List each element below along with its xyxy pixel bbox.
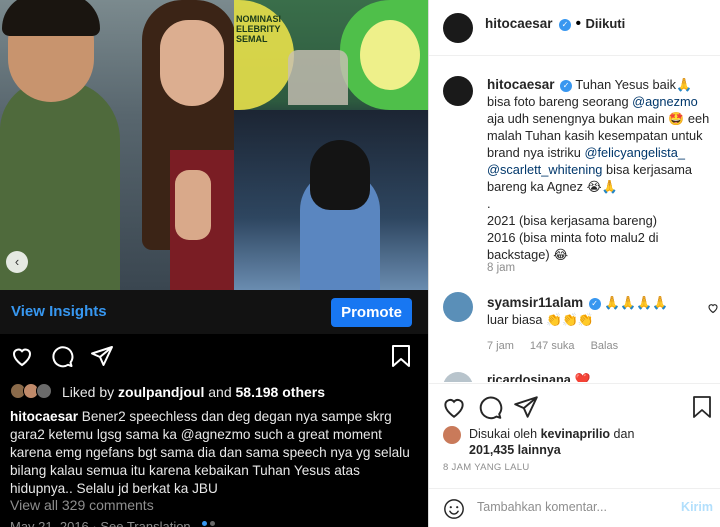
carousel-prev-button[interactable]: ‹ (6, 251, 28, 273)
caption-avatar[interactable] (443, 76, 473, 106)
photo-stage-sign: NOMINASI ELEBRITY SEMAL (236, 14, 281, 44)
comment-heart-icon[interactable] (707, 302, 719, 314)
comment-username[interactable]: syamsir11alam (487, 295, 583, 310)
emoji-icon[interactable] (443, 498, 465, 520)
comment-avatar[interactable] (443, 372, 473, 382)
header-user-row: hitocaesar ✓ • Diikuti (485, 15, 626, 32)
comment-text: ricardosinana ❤️ (487, 372, 590, 382)
post-caption: hitocaesar Bener2 speechless dan deg deg… (10, 408, 420, 498)
carousel-dot-active (202, 521, 207, 526)
caption-username[interactable]: hitocaesar (10, 409, 78, 424)
liker-avatar (36, 383, 52, 399)
caption-line: 2021 (bisa kerjasama bareng) (487, 213, 658, 228)
share-icon[interactable] (90, 344, 114, 368)
comment-icon[interactable] (477, 394, 503, 420)
comment-input[interactable] (477, 500, 667, 514)
verified-icon: ✓ (588, 298, 601, 310)
liked-by-user[interactable]: kevinaprilio (541, 427, 610, 441)
photo-man-hair (2, 0, 100, 36)
comment-reply-button[interactable]: Balas (591, 340, 619, 352)
verified-icon: ✓ (559, 19, 571, 31)
photo-hand-peace (175, 170, 211, 240)
comment-icon[interactable] (50, 344, 74, 368)
liked-by-user[interactable]: zoulpandjoul (118, 384, 204, 400)
insights-bar: View Insights Promote (0, 290, 428, 334)
carousel-dot (210, 521, 215, 526)
comment-text: syamsir11alam ✓ 🙏🙏🙏🙏 luar biasa 👏👏👏 (487, 295, 668, 327)
save-icon[interactable] (390, 344, 412, 368)
post-timestamp: 8 JAM YANG LALU (443, 462, 530, 473)
share-icon[interactable] (513, 394, 539, 420)
right-post-panel: hitocaesar ✓ • Diikuti hitocaesar ✓ Tuha… (428, 0, 720, 527)
following-button[interactable]: Diikuti (586, 16, 626, 31)
photo-stage-disc-inner (360, 20, 420, 90)
heart-icon[interactable] (10, 344, 34, 368)
liker-avatar (443, 426, 461, 444)
mention-link[interactable]: @scarlett_whitening (487, 162, 602, 177)
liked-by-row: Liked by zoulpandjoul and 58.198 others (10, 383, 420, 403)
caption-username[interactable]: hitocaesar (487, 77, 555, 92)
mention-link[interactable]: @agnezmo (632, 94, 698, 109)
likes-count[interactable]: 201,435 lainnya (469, 443, 561, 457)
liked-by-count[interactable]: 58.198 others (236, 384, 326, 400)
caption-time: 8 jam (487, 262, 516, 274)
liked-by-text: Liked by zoulpandjoul and 58.198 others (62, 384, 326, 400)
photo-crowd-head (310, 140, 370, 210)
caption-line: 2016 (bisa minta foto malu2 di backstage… (487, 230, 659, 262)
photo-woman-face (160, 20, 224, 106)
heart-icon[interactable] (441, 394, 467, 420)
comment-like-count[interactable]: 147 suka (530, 340, 575, 352)
comment-time: 7 jam (487, 340, 514, 352)
view-all-comments-link[interactable]: View all 329 comments (10, 497, 154, 513)
caption-line: . (487, 196, 491, 211)
comment-avatar[interactable] (443, 292, 473, 322)
likes-text: Disukai oleh kevinaprilio dan 201,435 lai… (469, 427, 635, 457)
save-icon[interactable] (691, 394, 713, 420)
carousel-dots (202, 513, 218, 527)
verified-icon: ✓ (560, 80, 573, 92)
mention-link[interactable]: @felicyangelista_ (584, 145, 685, 160)
header-avatar[interactable] (443, 13, 473, 43)
post-header: hitocaesar ✓ • Diikuti (429, 0, 720, 56)
view-insights-link[interactable]: View Insights (11, 303, 107, 320)
post-comment-button[interactable]: Kirim (681, 500, 713, 514)
header-username[interactable]: hitocaesar (485, 16, 553, 31)
photo-performers (288, 50, 348, 105)
left-post-screenshot: NOMINASI ELEBRITY SEMAL ‹ View Insights … (0, 0, 428, 527)
caption-text-block: hitocaesar ✓ Tuhan Yesus baik🙏 bisa foto… (487, 76, 713, 263)
left-action-bar (0, 338, 428, 378)
add-comment-bar: Kirim (429, 488, 720, 527)
promote-button[interactable]: Promote (331, 298, 412, 327)
right-action-bar (429, 383, 720, 427)
post-date-translation: May 21, 2016 · See Translation (10, 519, 191, 527)
comment-meta: 7 jam 147 suka Balas (487, 340, 634, 352)
post-photo: NOMINASI ELEBRITY SEMAL ‹ (0, 0, 428, 290)
comment-username[interactable]: ricardosinana (487, 372, 571, 382)
comment-item: ricardosinana ❤️ (443, 370, 713, 382)
